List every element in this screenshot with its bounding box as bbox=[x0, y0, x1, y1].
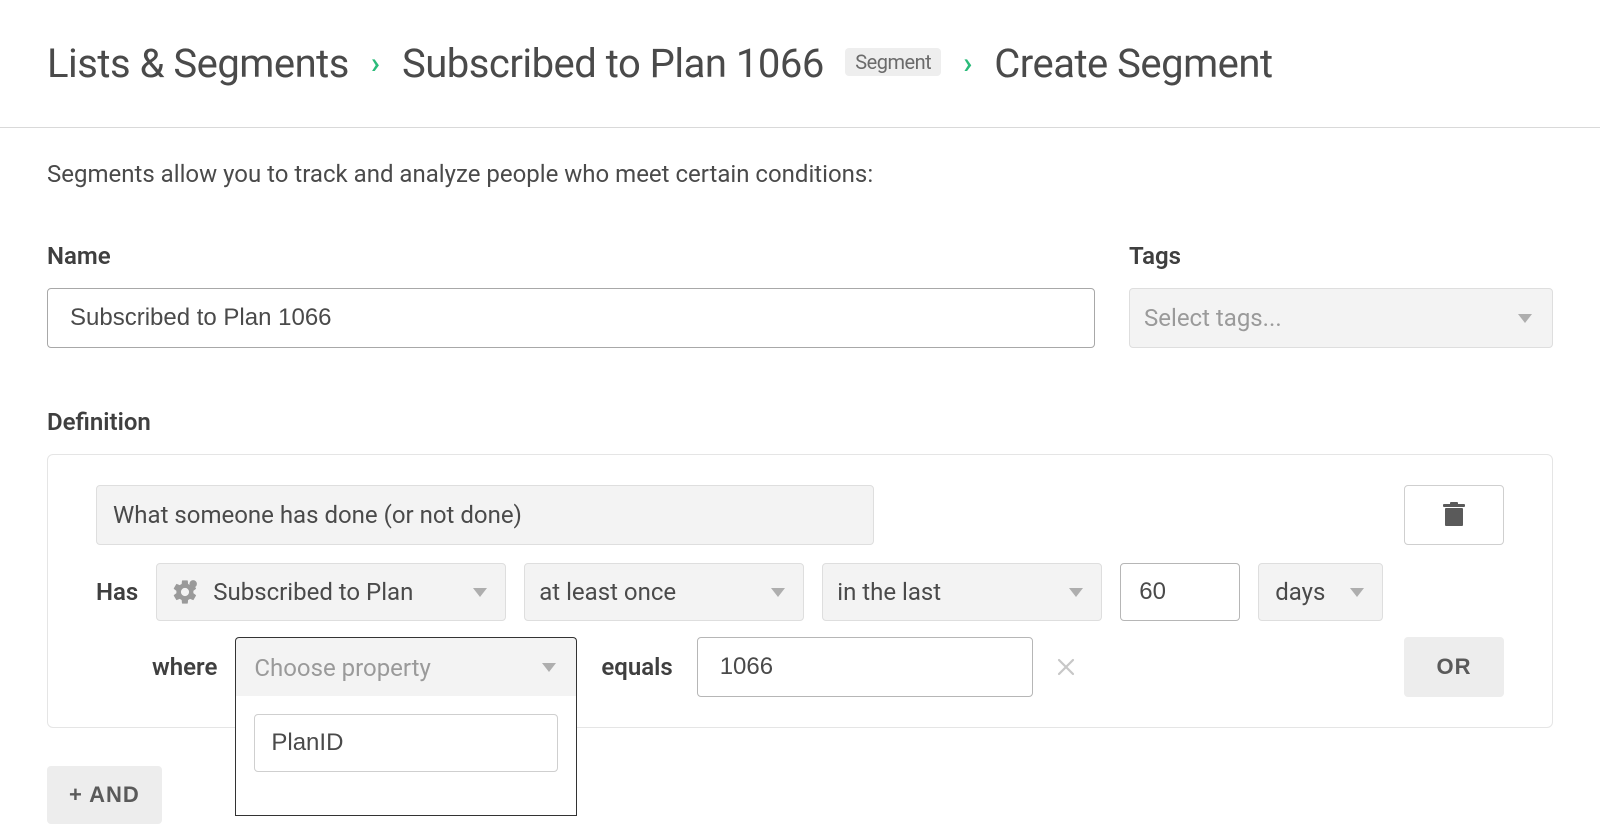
trash-icon bbox=[1443, 502, 1465, 528]
range-select-label: in the last bbox=[837, 578, 1055, 606]
rule-row-has: Has Subscribed to Plan at least once in … bbox=[96, 563, 1504, 621]
breadcrumb-item-lists[interactable]: Lists & Segments bbox=[47, 40, 349, 87]
where-keyword: where bbox=[152, 653, 217, 681]
header-divider bbox=[0, 127, 1600, 128]
intro-text: Segments allow you to track and analyze … bbox=[47, 160, 1553, 188]
caret-down-icon bbox=[771, 588, 785, 597]
caret-down-icon bbox=[1069, 588, 1083, 597]
tags-select[interactable]: Select tags... bbox=[1129, 288, 1553, 348]
property-select[interactable]: Choose property bbox=[235, 637, 577, 697]
range-select[interactable]: in the last bbox=[822, 563, 1102, 621]
name-input[interactable] bbox=[47, 288, 1095, 348]
unit-select[interactable]: days bbox=[1258, 563, 1383, 621]
delete-condition-button[interactable] bbox=[1404, 485, 1504, 545]
breadcrumb: Lists & Segments › Subscribed to Plan 10… bbox=[47, 40, 1553, 87]
range-number-input[interactable] bbox=[1120, 563, 1240, 621]
property-search-input[interactable] bbox=[254, 714, 558, 772]
gear-icon bbox=[171, 578, 199, 606]
chevron-right-icon: › bbox=[371, 49, 380, 79]
value-input[interactable] bbox=[697, 637, 1033, 697]
unit-select-label: days bbox=[1275, 578, 1336, 606]
segment-badge: Segment bbox=[845, 48, 941, 76]
frequency-select-label: at least once bbox=[539, 578, 757, 606]
breadcrumb-item-segment-label: Subscribed to Plan 1066 bbox=[402, 40, 824, 87]
breadcrumb-item-current: Create Segment bbox=[994, 40, 1272, 87]
condition-type-select[interactable]: What someone has done (or not done) bbox=[96, 485, 874, 545]
chevron-right-icon: › bbox=[963, 49, 972, 79]
event-select-label: Subscribed to Plan bbox=[213, 578, 459, 606]
definition-card: What someone has done (or not done) Has … bbox=[47, 454, 1553, 728]
caret-down-icon bbox=[1518, 314, 1532, 323]
tags-label: Tags bbox=[1129, 242, 1553, 270]
caret-down-icon bbox=[473, 588, 487, 597]
breadcrumb-item-segment[interactable]: Subscribed to Plan 1066 Segment bbox=[402, 40, 941, 87]
event-select[interactable]: Subscribed to Plan bbox=[156, 563, 506, 621]
and-button[interactable]: + AND bbox=[47, 766, 162, 824]
rule-row-where: where Choose property equals OR bbox=[96, 637, 1504, 697]
caret-down-icon bbox=[1350, 588, 1364, 597]
has-keyword: Has bbox=[96, 578, 138, 606]
operator-label: equals bbox=[601, 653, 672, 681]
frequency-select[interactable]: at least once bbox=[524, 563, 804, 621]
condition-type-label: What someone has done (or not done) bbox=[113, 501, 522, 529]
definition-label: Definition bbox=[47, 408, 1553, 436]
property-select-placeholder: Choose property bbox=[254, 654, 430, 682]
caret-down-icon bbox=[542, 663, 556, 672]
property-dropdown-panel bbox=[235, 696, 577, 816]
close-icon bbox=[1057, 658, 1075, 676]
name-label: Name bbox=[47, 242, 1095, 270]
remove-filter-button[interactable] bbox=[1051, 658, 1081, 676]
tags-placeholder: Select tags... bbox=[1144, 304, 1282, 332]
or-button[interactable]: OR bbox=[1404, 637, 1504, 697]
